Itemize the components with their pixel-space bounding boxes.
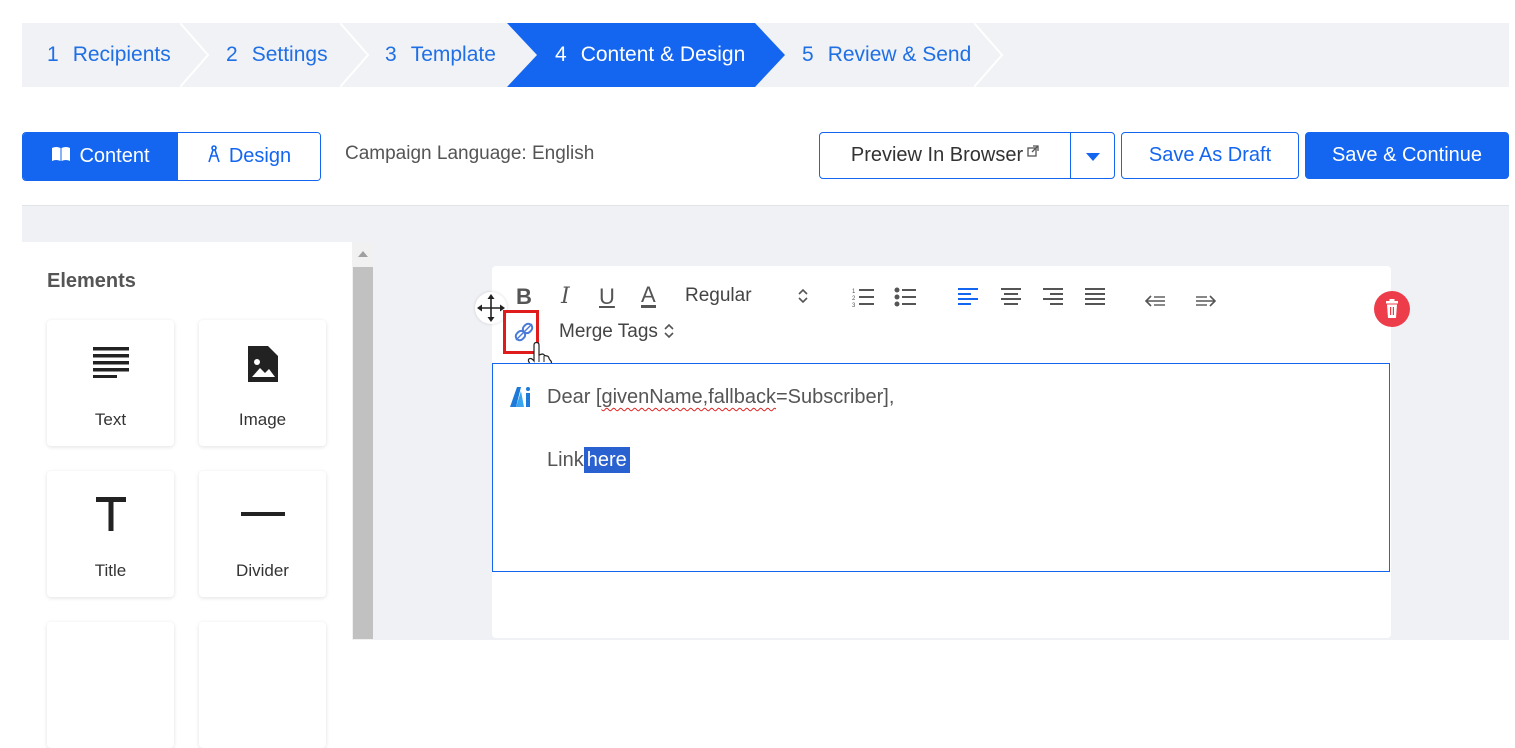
svg-text:1: 1 xyxy=(852,289,856,295)
step-content-design[interactable]: 4 Content & Design xyxy=(555,23,745,87)
greeting-line: Dear [givenName,fallback=Subscriber], xyxy=(547,386,894,409)
step-label: Recipients xyxy=(72,43,171,66)
align-justify-icon[interactable] xyxy=(1085,288,1105,310)
italic-button[interactable]: I xyxy=(561,286,570,308)
step-number: 1 xyxy=(47,43,59,66)
element-label: Divider xyxy=(236,561,289,580)
step-number: 3 xyxy=(385,43,397,66)
step-label: Review & Send xyxy=(827,43,972,66)
element-title[interactable]: Title xyxy=(47,471,174,597)
link-line: Link here xyxy=(547,447,630,473)
scroll-up-arrow-icon[interactable] xyxy=(358,251,368,257)
campaign-language-label: Campaign Language: English xyxy=(345,143,595,164)
step-label: Template xyxy=(410,43,496,66)
trash-icon xyxy=(1386,299,1398,318)
element-image[interactable]: Image xyxy=(199,320,326,446)
element-label: Image xyxy=(238,410,287,429)
select-updown-icon xyxy=(797,287,809,305)
content-design-toggle: Content Design xyxy=(22,132,321,181)
bold-button[interactable]: B xyxy=(516,286,532,308)
element-label: Text xyxy=(94,410,127,429)
align-left-icon[interactable] xyxy=(958,288,978,310)
element-tile[interactable] xyxy=(47,622,174,748)
step-chevron-divider xyxy=(340,23,370,87)
step-number: 2 xyxy=(226,43,238,66)
book-icon xyxy=(51,146,71,167)
design-tab-button[interactable]: Design xyxy=(178,133,320,180)
step-review-send[interactable]: 5 Review & Send xyxy=(802,23,971,87)
step-chevron-divider xyxy=(974,23,1004,87)
align-right-icon[interactable] xyxy=(1043,288,1063,310)
divider-line-icon xyxy=(240,512,285,516)
greeting-prefix: Dear [ xyxy=(547,386,602,408)
step-label: Settings xyxy=(251,43,328,66)
save-as-draft-button[interactable]: Save As Draft xyxy=(1121,132,1299,179)
scrollbar-thumb[interactable] xyxy=(353,267,373,639)
svg-text:2: 2 xyxy=(852,296,856,302)
merge-tags-label: Merge Tags xyxy=(559,321,658,342)
step-number: 5 xyxy=(802,43,814,66)
image-file-icon xyxy=(247,346,278,382)
indent-icon[interactable] xyxy=(1196,290,1217,312)
element-label: Title xyxy=(94,561,127,580)
bullet-list-icon[interactable] xyxy=(894,287,916,311)
preview-options-dropdown[interactable] xyxy=(1070,132,1115,179)
save-and-continue-button[interactable]: Save & Continue xyxy=(1305,132,1509,179)
elements-panel: Elements Text Image Title Divider xyxy=(22,242,352,748)
title-t-icon xyxy=(95,497,126,531)
elements-panel-title: Elements xyxy=(47,270,136,292)
selected-link-text[interactable]: here xyxy=(583,447,630,473)
merge-tags-dropdown[interactable]: Merge Tags xyxy=(559,321,675,346)
link-prefix: Link xyxy=(547,449,584,471)
step-chevron-divider xyxy=(180,23,210,87)
text-lines-icon xyxy=(92,347,129,378)
font-color-button[interactable]: A xyxy=(641,284,656,308)
step-label: Content & Design xyxy=(580,43,746,66)
compass-icon xyxy=(207,145,221,168)
outdent-icon[interactable] xyxy=(1144,290,1165,312)
underline-button[interactable]: U xyxy=(599,286,615,308)
step-recipients[interactable]: 1 Recipients xyxy=(47,23,171,87)
ordered-list-icon[interactable]: 123 xyxy=(852,287,874,311)
content-tab-button[interactable]: Content xyxy=(23,133,178,180)
element-text[interactable]: Text xyxy=(47,320,174,446)
content-tab-label: Content xyxy=(79,145,150,167)
svg-text:3: 3 xyxy=(852,303,856,307)
font-weight-select[interactable]: Regular xyxy=(685,285,752,307)
campaign-stepper: 1 Recipients 2 Settings 3 Template 4 Con… xyxy=(22,23,1509,87)
element-divider[interactable]: Divider xyxy=(199,471,326,597)
greeting-suffix: =Subscriber], xyxy=(776,386,895,408)
updown-arrows-icon xyxy=(663,322,675,346)
step-template[interactable]: 3 Template xyxy=(385,23,496,87)
design-tab-label: Design xyxy=(228,145,292,167)
preview-in-browser-button[interactable]: Preview In Browser xyxy=(819,132,1071,179)
step-settings[interactable]: 2 Settings xyxy=(226,23,328,87)
external-link-icon xyxy=(1027,140,1039,163)
delete-block-button[interactable] xyxy=(1374,291,1410,327)
ai-assistant-icon[interactable] xyxy=(510,387,532,412)
align-center-icon[interactable] xyxy=(1001,288,1021,310)
element-tile[interactable] xyxy=(199,622,326,748)
misspelled-merge-tag: givenName,fallback xyxy=(601,386,776,408)
preview-label: Preview In Browser xyxy=(850,144,1024,166)
caret-down-icon xyxy=(1085,144,1100,167)
step-number: 4 xyxy=(555,43,567,66)
